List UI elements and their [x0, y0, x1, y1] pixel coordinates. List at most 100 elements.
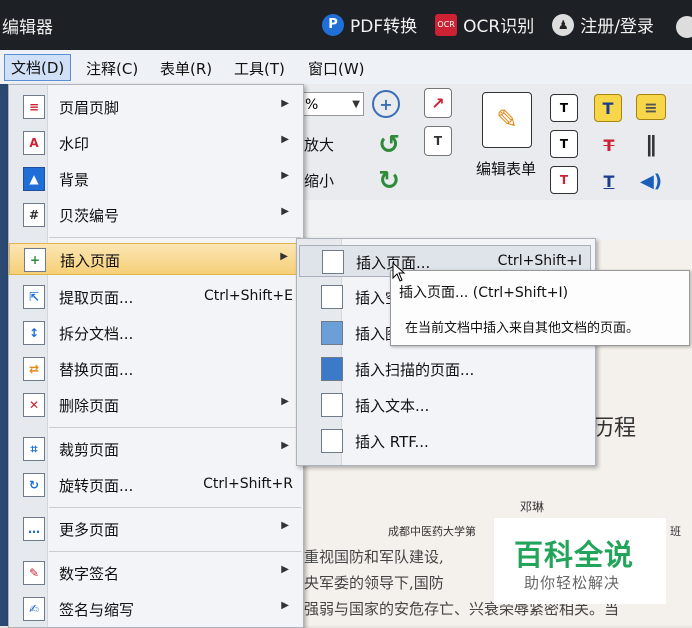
menu-item-bates-number[interactable]: # 贝茨编号 ▶: [9, 199, 303, 231]
pdf-convert-icon: P: [322, 13, 344, 36]
menu-window[interactable]: 窗口(W): [302, 56, 371, 81]
account-icon[interactable]: [676, 16, 692, 38]
menu-item-signature-initials[interactable]: ✍ 签名与缩写 ▶: [9, 593, 303, 625]
toolbar-spacer: [300, 200, 692, 240]
login-button[interactable]: ♟ 注册/登录: [552, 12, 654, 37]
zoom-out-label[interactable]: 缩小: [304, 170, 334, 191]
submenu-item-label: 插入 RTF...: [355, 433, 429, 451]
menu-separator: [49, 507, 301, 508]
toolbar: % ▼ + ↗ T ✎ 编辑表单 放大 缩小 ↺ ↻ T T T T T T ≡…: [300, 84, 692, 200]
chevron-right-icon: ▶: [281, 520, 289, 531]
chevron-right-icon: ▶: [281, 206, 289, 217]
submenu-item-label: 插入扫描的页面...: [355, 361, 475, 379]
chevron-down-icon: ▼: [352, 99, 360, 110]
insert-page-icon: [322, 250, 344, 274]
zoom-value: %: [305, 97, 319, 113]
zoom-in-icon[interactable]: +: [372, 90, 400, 118]
chevron-right-icon: ▶: [281, 564, 289, 575]
submenu-item-insert-text[interactable]: 插入文本...: [299, 389, 591, 421]
pdf-convert-button[interactable]: P PDF转换: [322, 12, 417, 37]
chevron-right-icon: ▶: [281, 98, 289, 109]
menu-file[interactable]: 文档(D): [4, 54, 72, 81]
user-icon: ♟: [552, 13, 575, 36]
underline-icon[interactable]: T: [594, 166, 624, 196]
menu-separator: [49, 237, 301, 238]
chevron-right-icon: ▶: [281, 600, 289, 611]
chevron-right-icon: ▶: [280, 251, 288, 262]
insert-image-icon: [321, 321, 343, 345]
zoom-in-label[interactable]: 放大: [304, 134, 334, 155]
menu-item-crop-page[interactable]: ⌗ 裁剪页面 ▶: [9, 433, 303, 465]
menu-item-label: 替换页面...: [59, 361, 134, 379]
menu-item-label: 更多页面: [59, 521, 120, 539]
sound-icon[interactable]: ◀): [636, 166, 666, 196]
menu-item-digital-signature[interactable]: ✎ 数字签名 ▶: [9, 557, 303, 589]
typewriter-icon[interactable]: T: [550, 166, 578, 194]
background-icon: ▲: [23, 167, 45, 191]
crop-page-icon: ⌗: [23, 437, 45, 461]
menu-item-label: 裁剪页面: [59, 441, 120, 459]
menu-tools[interactable]: 工具(T): [228, 56, 291, 81]
rotate-left-icon[interactable]: ↺: [374, 130, 404, 160]
doc-line: 重视国防和军队建设,: [304, 548, 444, 566]
pdf-convert-label: PDF转换: [350, 17, 418, 37]
edit-form-icon[interactable]: ✎: [482, 92, 532, 148]
menu-item-label: 页眉页脚: [59, 99, 120, 117]
menu-item-label: 提取页面...: [59, 289, 134, 307]
callout-icon[interactable]: T: [550, 130, 578, 158]
menu-item-watermark[interactable]: A 水印 ▶: [9, 127, 303, 159]
menu-form[interactable]: 表单(R): [154, 56, 218, 81]
insert-page-icon: +: [24, 248, 46, 272]
insert-text-icon: [321, 393, 343, 417]
watermark-subtitle: 助你轻松解决: [524, 574, 621, 592]
menu-item-label: 插入页面: [60, 252, 121, 270]
zoom-select[interactable]: % ▼: [302, 92, 364, 116]
bates-number-icon: #: [23, 203, 45, 227]
menu-item-label: 数字签名: [59, 565, 120, 583]
select-tool-icon[interactable]: ↗: [424, 88, 452, 118]
left-strip: [0, 84, 8, 626]
menu-item-rotate-page[interactable]: ↻ 旋转页面... Ctrl+Shift+R: [9, 469, 303, 501]
menu-item-replace-page[interactable]: ⇄ 替换页面...: [9, 353, 303, 385]
menu-item-more-pages[interactable]: … 更多页面 ▶: [9, 513, 303, 545]
submenu-item-label: 插入文本...: [355, 397, 430, 415]
title-actions: P PDF转换 OCR OCR识别 ♟ 注册/登录: [322, 12, 668, 37]
menu-item-split-document[interactable]: ↕ 拆分文档...: [9, 317, 303, 349]
split-document-icon: ↕: [23, 321, 45, 345]
menu-comment[interactable]: 注释(C): [80, 56, 144, 81]
doc-line: 央军委的领导下,国防: [304, 574, 444, 592]
submenu-item-insert-rtf[interactable]: 插入 RTF...: [299, 425, 591, 457]
menu-item-delete-page[interactable]: ✕ 删除页面 ▶: [9, 389, 303, 421]
menu-item-background[interactable]: ▲ 背景 ▶: [9, 163, 303, 195]
menu-separator: [49, 427, 301, 428]
menu-item-label: 背景: [59, 171, 90, 189]
ocr-label: OCR识别: [463, 17, 535, 37]
ocr-icon: OCR: [435, 13, 458, 36]
watermark-icon: A: [23, 131, 45, 155]
menu-item-label: 签名与缩写: [59, 601, 135, 619]
doc-affiliation: 成都中医药大学第: [388, 525, 476, 538]
menu-item-label: 贝茨编号: [59, 207, 120, 225]
menu-item-label: 旋转页面...: [59, 477, 134, 495]
watermark-logo: 百科全说 助你轻松解决: [494, 518, 666, 604]
menu-item-insert-page[interactable]: + 插入页面 ▶: [9, 243, 303, 275]
menu-item-header-footer[interactable]: ≡ 页眉页脚 ▶: [9, 91, 303, 123]
signature-initials-icon: ✍: [23, 597, 45, 621]
app-title: 编辑器: [2, 18, 53, 38]
strikethrough-icon[interactable]: T: [594, 130, 624, 160]
menu-item-extract-page[interactable]: ⇱ 提取页面... Ctrl+Shift+E: [9, 281, 303, 313]
textbox-icon[interactable]: T: [550, 94, 578, 122]
insert-blank-page-icon: [321, 285, 343, 309]
ocr-button[interactable]: OCR OCR识别: [435, 12, 534, 37]
replace-page-icon: ⇄: [23, 357, 45, 381]
attachment-icon[interactable]: ∥: [636, 130, 666, 160]
chevron-right-icon: ▶: [281, 170, 289, 181]
submenu-item-insert-scan[interactable]: 插入扫描的页面...: [299, 353, 591, 385]
menu-item-shortcut: Ctrl+Shift+E: [203, 288, 293, 304]
highlight-text-icon[interactable]: T: [594, 94, 622, 122]
menu-separator: [49, 551, 301, 552]
note-icon[interactable]: ≡: [636, 94, 666, 120]
edit-form-label[interactable]: 编辑表单: [476, 158, 536, 179]
text-tool-icon[interactable]: T: [424, 126, 452, 156]
rotate-right-icon[interactable]: ↻: [374, 166, 404, 196]
